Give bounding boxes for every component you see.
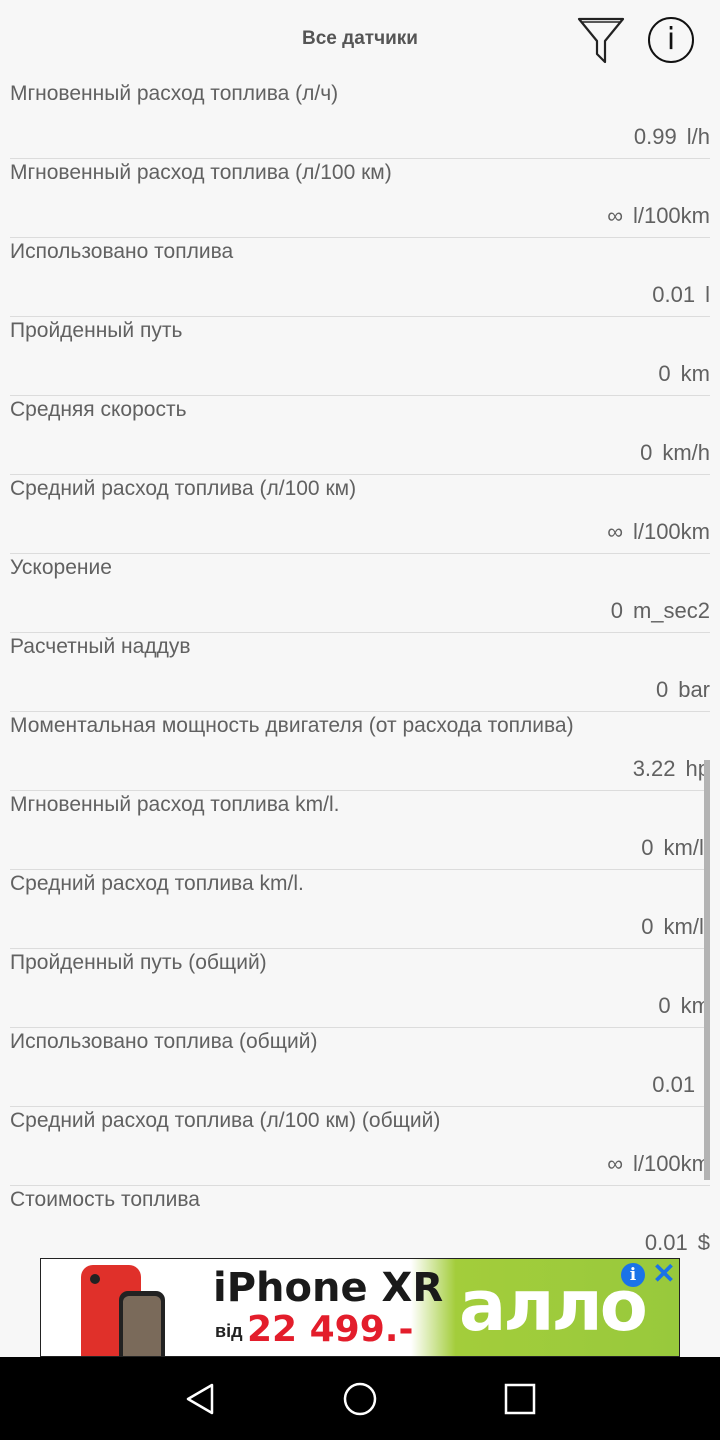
ad-close-icon[interactable]: ✕ [651,1259,677,1289]
info-button[interactable]: i [648,17,694,63]
sensor-label: Средний расход топлива (л/100 км) (общий… [10,1109,441,1132]
sensor-number: ∞ [607,519,623,544]
sensor-value: 0.01 l [652,282,710,308]
sensor-label: Средний расход топлива (л/100 км) [10,477,357,500]
ad-title: iPhone XR [213,1265,444,1311]
sensor-number: 0.01 [652,282,696,307]
sensor-value: 0 km/l. [641,914,710,940]
sensor-row[interactable]: Средний расход топлива (л/100 км) (общий… [10,1106,710,1186]
sensor-unit: m_sec2 [632,598,710,623]
sensor-unit: bar [678,677,710,702]
sensor-unit: l [705,282,710,307]
sensor-unit: l/100km [632,519,710,544]
sensor-row[interactable]: Мгновенный расход топлива km/l. 0 km/l. [10,790,710,870]
sensor-row[interactable]: Использовано топлива 0.01 l [10,237,710,317]
sensor-number: 0 [640,440,653,465]
sensor-row[interactable]: Использовано топлива (общий) 0.01l [10,1027,710,1107]
sensor-number: 0 [655,677,669,702]
sensor-value: 3.22 hp [633,756,710,782]
sensor-number: 3.22 [632,756,676,781]
sensor-row[interactable]: Средняя скорость 0 km/h [10,395,710,475]
navigation-bar [0,1357,720,1440]
sensor-unit: $ [697,1230,710,1250]
sensor-row[interactable]: Средний расход топлива (л/100 км) ∞ l/100… [10,474,710,554]
sensor-number: 0 [641,835,654,860]
back-triangle-icon [186,1383,214,1415]
sensor-label: Средний расход топлива km/l. [10,872,304,895]
sensor-unit: l/100km [632,1151,710,1176]
filter-button[interactable] [576,14,626,66]
ad-banner[interactable]: iPhone XR від 22 499.- алло i ✕ [40,1258,680,1357]
sensor-label: Средняя скорость [10,398,187,421]
ad-info-icon[interactable]: i [621,1263,645,1287]
sensor-label: Моментальная мощность двигателя (от расх… [10,714,574,737]
sensor-row[interactable]: Мгновенный расход топлива (л/100 км) ∞ l/… [10,158,710,238]
sensor-row[interactable]: Средний расход топлива km/l. 0 km/l. [10,869,710,949]
sensor-number: 0 [610,598,623,623]
sensor-label: Использовано топлива (общий) [10,1030,318,1053]
sensor-value: 0 km/h [640,440,710,466]
info-icon: i [666,22,676,57]
sensor-value: 0.01 $ [645,1230,710,1250]
filter-icon [577,17,625,64]
sensor-value: 0 km [658,993,710,1019]
sensor-unit: l/h [686,124,710,149]
sensor-number: ∞ [607,203,623,228]
sensor-value: 0 km [658,361,710,387]
sensor-label: Использовано топлива [10,240,234,263]
sensor-value: ∞ l/100km [607,1151,710,1177]
sensor-label: Пройденный путь [10,319,183,342]
recents-button[interactable] [502,1381,538,1417]
sensor-label: Мгновенный расход топлива km/l. [10,793,340,816]
sensor-value: 0 bar [656,677,710,703]
sensor-label: Мгновенный расход топлива (л/100 км) [10,161,392,184]
phone-image-icon [81,1265,165,1356]
sensor-row[interactable]: Пройденный путь (общий) 0 km [10,948,710,1028]
sensor-row[interactable]: Стоимость топлива 0.01 $ [10,1185,710,1250]
ad-from-label: від [215,1321,243,1341]
sensor-value: 0 m_sec2 [611,598,710,624]
home-button[interactable] [342,1381,378,1417]
sensor-number: 0 [641,914,654,939]
scrollbar[interactable] [704,760,710,1180]
sensor-number: 0.99 [633,124,677,149]
sensor-number: 0.01 [644,1230,688,1250]
sensor-row[interactable]: Ускорение 0 m_sec2 [10,553,710,633]
home-circle-icon [343,1382,377,1416]
sensor-row[interactable]: Расчетный наддув 0 bar [10,632,710,712]
sensor-unit: km/h [662,440,710,465]
sensor-value: 0.01l [652,1072,710,1098]
sensor-number: ∞ [607,1151,623,1176]
sensor-value: ∞ l/100km [607,519,710,545]
sensor-number: 0.01 [652,1072,696,1097]
sensor-number: 0 [658,993,671,1018]
sensor-label: Расчетный наддув [10,635,191,658]
sensor-value: 0 km/l. [641,835,710,861]
sensor-unit: km [680,361,710,386]
sensor-label: Стоимость топлива [10,1188,200,1211]
sensor-row[interactable]: Пройденный путь 0 km [10,316,710,396]
sensor-value: 0.99 l/h [634,124,710,150]
sensor-row[interactable]: Мгновенный расход топлива (л/ч) 0.99 l/h [10,79,710,159]
sensor-value: ∞ l/100km [607,203,710,229]
recents-square-icon [504,1383,536,1415]
ad-brand-logo: алло [459,1265,648,1347]
back-button[interactable] [182,1381,218,1417]
sensor-list[interactable]: Мгновенный расход топлива (л/ч) 0.99 l/h … [0,0,720,1250]
sensor-label: Пройденный путь (общий) [10,951,267,974]
sensor-label: Мгновенный расход топлива (л/ч) [10,82,339,105]
sensor-number: 0 [658,361,671,386]
sensor-label: Ускорение [10,556,112,579]
sensor-unit: l/100km [632,203,710,228]
ad-price: 22 499.- [247,1309,414,1350]
app-header: Все датчики i [0,0,720,84]
sensor-row[interactable]: Моментальная мощность двигателя (от расх… [10,711,710,791]
